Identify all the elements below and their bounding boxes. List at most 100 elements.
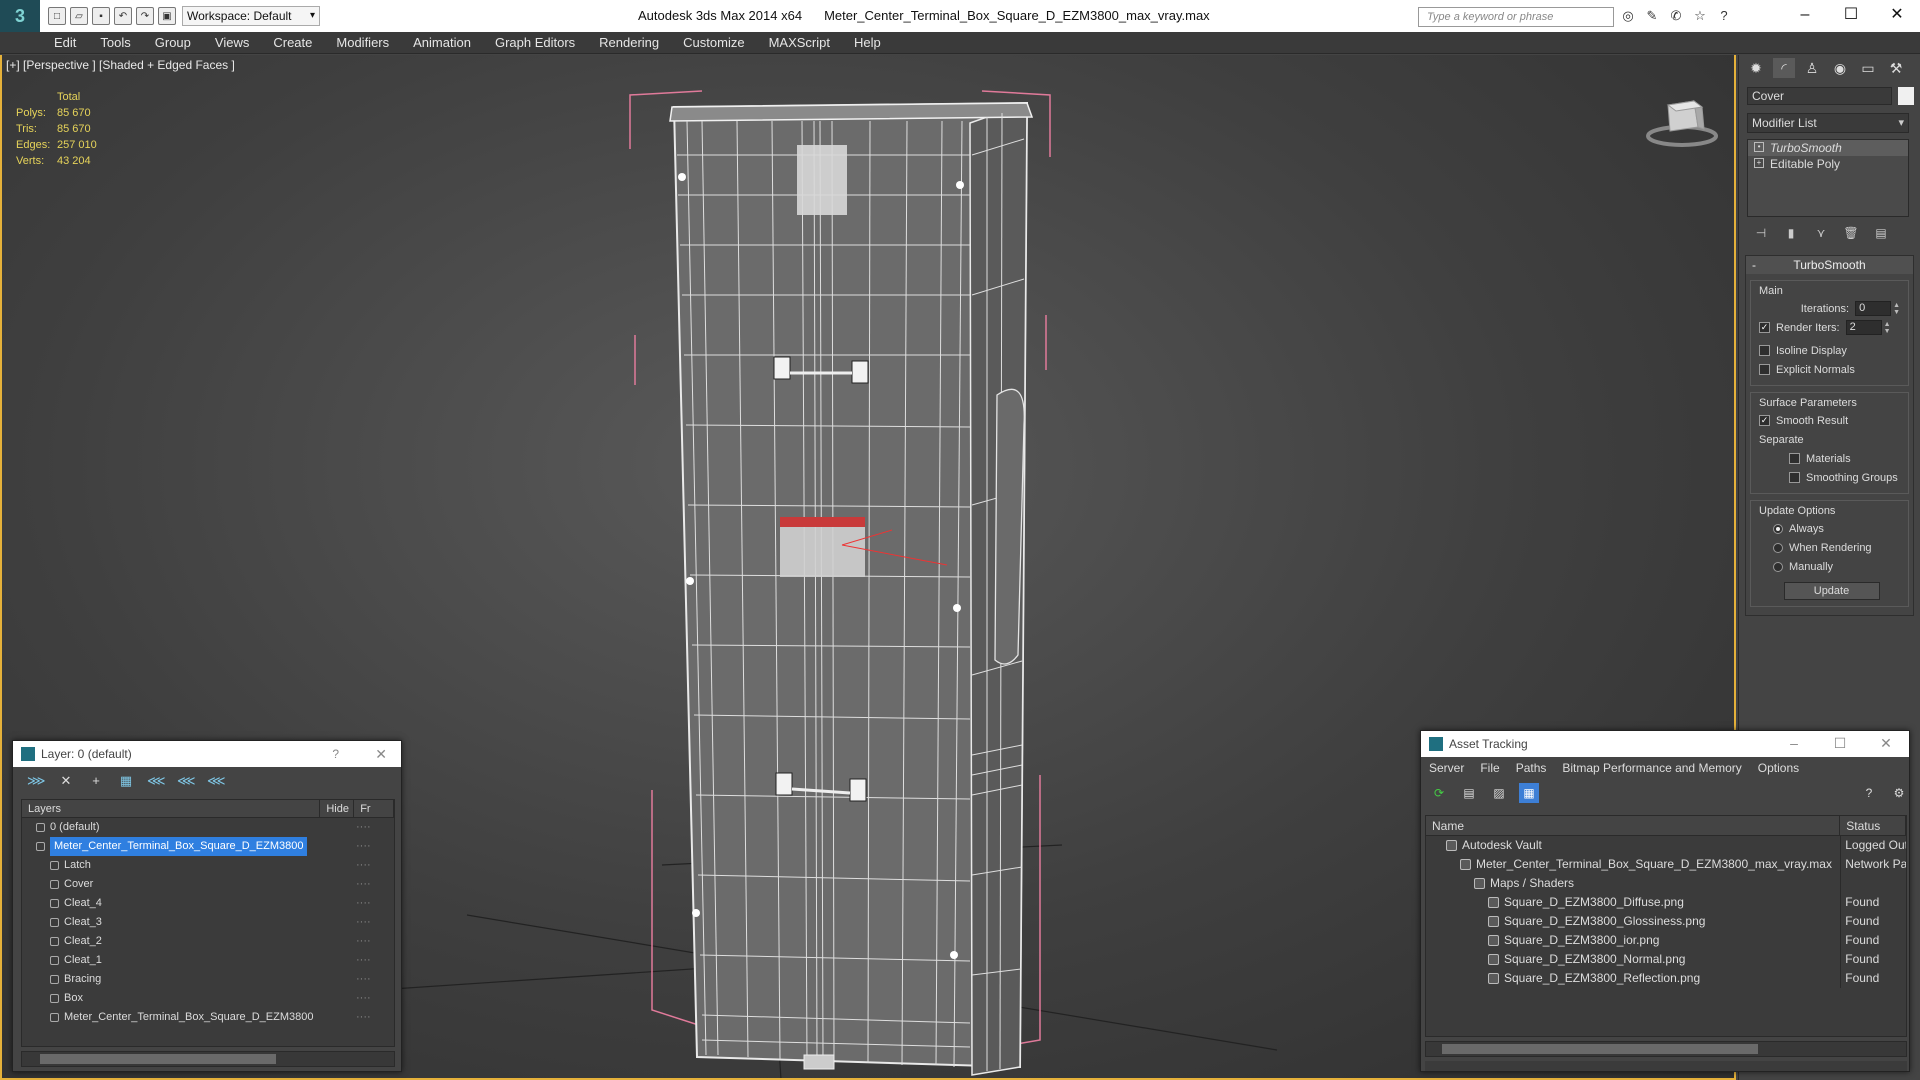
make-unique-icon[interactable]: ⋎: [1813, 225, 1829, 241]
layer-row[interactable]: Box ····: [22, 989, 394, 1008]
viewcube-widget[interactable]: [1642, 91, 1722, 151]
hierarchy-tab-icon[interactable]: ♙: [1801, 58, 1823, 78]
col-name[interactable]: Name: [1426, 816, 1841, 835]
binoculars-icon[interactable]: ◎: [1620, 8, 1636, 24]
remove-modifier-icon[interactable]: 🗑: [1843, 225, 1859, 241]
layer-row[interactable]: Latch ····: [22, 856, 394, 875]
manually-radio[interactable]: [1773, 561, 1783, 572]
stack-item-turbosmooth[interactable]: • TurboSmooth: [1748, 140, 1908, 156]
modifier-list-dropdown[interactable]: Modifier List: [1747, 113, 1909, 133]
render-iters-spinner[interactable]: 2: [1845, 320, 1882, 335]
horizontal-scrollbar[interactable]: [21, 1051, 395, 1067]
smooth-result-checkbox[interactable]: ✓: [1759, 415, 1770, 426]
iterations-spinner[interactable]: 0: [1855, 301, 1892, 316]
menu-group[interactable]: Group: [155, 35, 191, 50]
when-rendering-radio[interactable]: [1773, 542, 1783, 553]
new-layer-icon[interactable]: ⋙: [27, 772, 46, 790]
subscription-icon[interactable]: ✎: [1644, 8, 1660, 24]
layer-explorer-titlebar[interactable]: Layer: 0 (default) ? ✕: [13, 741, 401, 767]
highlight-layer-icon[interactable]: ⋘: [147, 772, 166, 790]
lightbulb-icon[interactable]: •: [1754, 142, 1764, 152]
object-color-swatch[interactable]: [1898, 87, 1914, 105]
asset-row[interactable]: Meter_Center_Terminal_Box_Square_D_EZM38…: [1426, 855, 1906, 874]
show-end-result-icon[interactable]: ▮: [1783, 225, 1799, 241]
expand-plus-icon[interactable]: +: [1754, 158, 1764, 168]
menu-edit[interactable]: Edit: [54, 35, 76, 50]
update-button[interactable]: Update: [1783, 582, 1880, 600]
maximize-button[interactable]: ☐: [1828, 0, 1874, 32]
redo-icon[interactable]: ↷: [136, 7, 154, 25]
menu-help[interactable]: Help: [854, 35, 881, 50]
refresh-icon[interactable]: ⟳: [1429, 783, 1449, 803]
freeze-all-icon[interactable]: ⋘: [207, 772, 226, 790]
undo-icon[interactable]: ↶: [114, 7, 132, 25]
horizontal-scrollbar[interactable]: [1425, 1041, 1907, 1057]
minimize-button[interactable]: –: [1771, 731, 1817, 757]
col-status[interactable]: Status: [1840, 816, 1906, 835]
hide-toggle[interactable]: ····: [356, 989, 371, 1008]
close-icon[interactable]: ✕: [375, 746, 387, 763]
settings-icon[interactable]: ⚙: [1889, 783, 1909, 803]
help-icon[interactable]: ?: [1716, 8, 1732, 24]
asset-row[interactable]: Square_D_EZM3800_Reflection.png Found: [1426, 969, 1906, 988]
menu-rendering[interactable]: Rendering: [599, 35, 659, 50]
hide-toggle[interactable]: ····: [356, 951, 371, 970]
asset-row[interactable]: Maps / Shaders: [1426, 874, 1906, 893]
save-file-icon[interactable]: ▪: [92, 7, 110, 25]
col-layers[interactable]: Layers: [22, 800, 321, 817]
project-folder-icon[interactable]: ▣: [158, 7, 176, 25]
hide-toggle[interactable]: ····: [356, 913, 371, 932]
add-to-layer-icon[interactable]: +: [87, 772, 105, 790]
menu-bitmap-performance[interactable]: Bitmap Performance and Memory: [1562, 761, 1741, 775]
modify-tab-icon[interactable]: ◜: [1773, 58, 1795, 78]
menu-file[interactable]: File: [1480, 761, 1499, 775]
menu-maxscript[interactable]: MAXScript: [769, 35, 830, 50]
isoline-display-checkbox[interactable]: [1759, 345, 1770, 356]
layer-row[interactable]: Cleat_2 ····: [22, 932, 394, 951]
minimize-button[interactable]: –: [1782, 0, 1828, 32]
layer-row[interactable]: Cover ····: [22, 875, 394, 894]
favorites-star-icon[interactable]: ☆: [1692, 8, 1708, 24]
menu-customize[interactable]: Customize: [683, 35, 744, 50]
menu-options[interactable]: Options: [1758, 761, 1799, 775]
explicit-normals-checkbox[interactable]: [1759, 364, 1770, 375]
table-view-icon[interactable]: ▦: [1519, 783, 1539, 803]
stack-item-editable-poly[interactable]: + Editable Poly: [1748, 156, 1908, 172]
create-tab-icon[interactable]: ✹: [1745, 58, 1767, 78]
menu-modifiers[interactable]: Modifiers: [336, 35, 389, 50]
hide-toggle[interactable]: ····: [356, 970, 371, 989]
pin-stack-icon[interactable]: ⊣: [1753, 225, 1769, 241]
hide-toggle[interactable]: ····: [356, 875, 371, 894]
configure-sets-icon[interactable]: ▤: [1873, 225, 1889, 241]
display-tab-icon[interactable]: ▭: [1857, 58, 1879, 78]
layer-row[interactable]: Cleat_3 ····: [22, 913, 394, 932]
workspace-dropdown[interactable]: Workspace: Default: [182, 6, 320, 26]
close-button[interactable]: ✕: [1863, 731, 1909, 757]
scrollbar-thumb[interactable]: [1442, 1044, 1758, 1054]
hide-toggle[interactable]: ····: [356, 818, 371, 837]
asset-row[interactable]: Square_D_EZM3800_Glossiness.png Found: [1426, 912, 1906, 931]
app-logo-icon[interactable]: 3: [0, 0, 40, 32]
asset-tracking-titlebar[interactable]: Asset Tracking – ☐ ✕: [1421, 731, 1909, 757]
menu-server[interactable]: Server: [1429, 761, 1464, 775]
spinner-arrows-icon[interactable]: ▲ ▼: [1893, 302, 1900, 316]
layer-row[interactable]: Cleat_4 ····: [22, 894, 394, 913]
hide-all-icon[interactable]: ⋘: [177, 772, 196, 790]
layer-row[interactable]: 0 (default) ····: [22, 818, 394, 837]
menu-create[interactable]: Create: [273, 35, 312, 50]
hide-toggle[interactable]: ····: [356, 837, 371, 856]
col-hide[interactable]: Hide: [320, 800, 355, 817]
maximize-button[interactable]: ☐: [1817, 731, 1863, 757]
hide-toggle[interactable]: ····: [356, 894, 371, 913]
delete-layer-icon[interactable]: ✕: [57, 772, 75, 790]
menu-animation[interactable]: Animation: [413, 35, 471, 50]
smoothing-groups-checkbox[interactable]: [1789, 472, 1800, 483]
always-radio[interactable]: [1773, 523, 1783, 534]
search-input[interactable]: Type a keyword or phrase: [1418, 7, 1614, 27]
spinner-arrows-icon[interactable]: ▲ ▼: [1884, 321, 1891, 335]
close-button[interactable]: ✕: [1874, 0, 1920, 32]
new-file-icon[interactable]: □: [48, 7, 66, 25]
layer-row[interactable]: Bracing ····: [22, 970, 394, 989]
menu-tools[interactable]: Tools: [100, 35, 130, 50]
utilities-tab-icon[interactable]: ⚒: [1885, 58, 1907, 78]
